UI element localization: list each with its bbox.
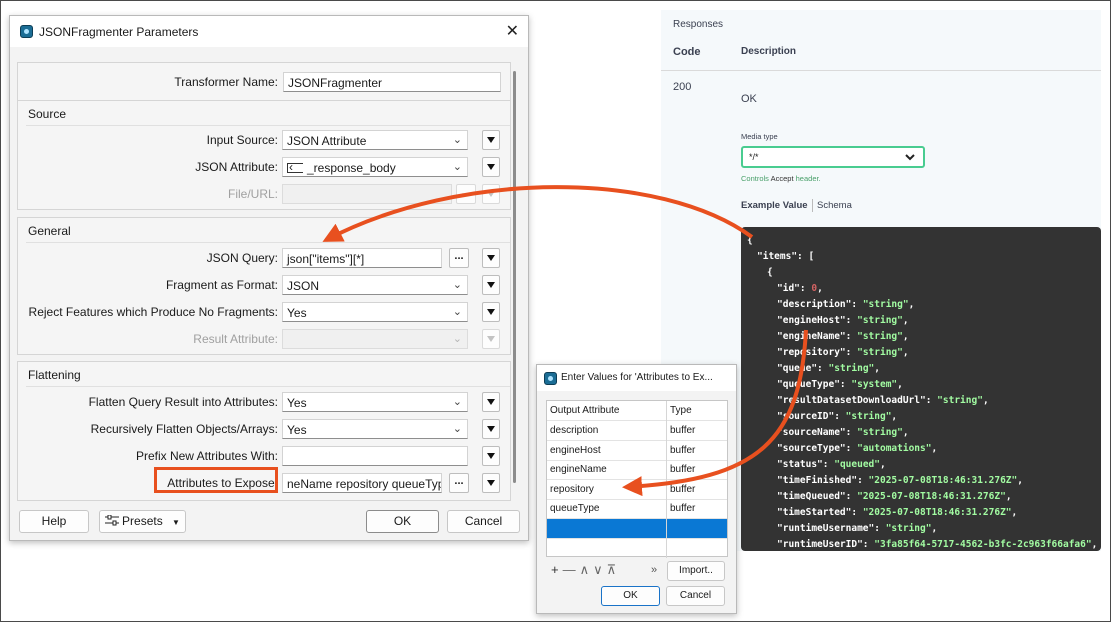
arrow-items-to-json-query xyxy=(322,185,754,242)
arrow-fields-to-attributes xyxy=(622,329,808,497)
annotation-arrows xyxy=(322,185,808,497)
